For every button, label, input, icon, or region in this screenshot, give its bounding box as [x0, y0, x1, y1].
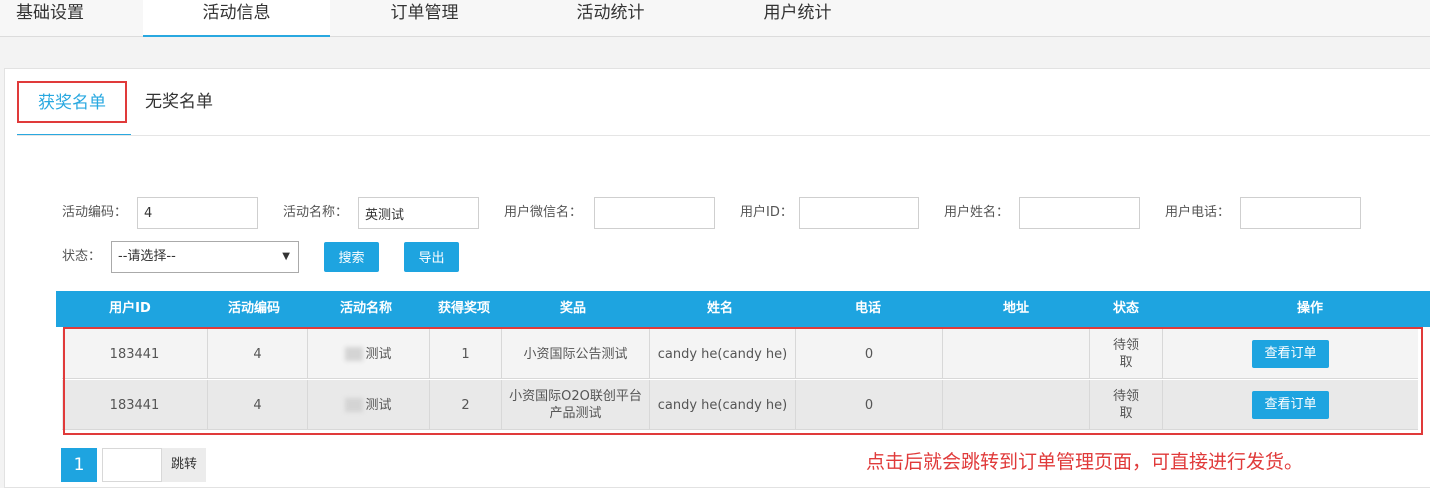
status-select[interactable]: --请选择-- ▼	[111, 241, 299, 273]
export-button[interactable]: 导出	[404, 242, 459, 272]
activity-name-label: 活动名称：	[283, 205, 349, 220]
activity-code-input[interactable]	[137, 197, 258, 229]
status-select-value: --请选择--	[118, 249, 176, 264]
cell-action: 查看订单	[1163, 380, 1418, 430]
th-action: 操作	[1296, 301, 1323, 316]
th-address: 地址	[1002, 301, 1029, 316]
th-activity-code: 活动编码	[227, 301, 280, 316]
tab-user-stats[interactable]: 用户统计	[735, 0, 860, 37]
wechat-name-label: 用户微信名：	[504, 205, 583, 220]
cell-activity-name: 测试	[308, 380, 430, 430]
user-phone-input[interactable]	[1240, 197, 1361, 229]
user-id-input[interactable]	[799, 197, 919, 229]
view-order-button[interactable]: 查看订单	[1252, 391, 1329, 419]
activity-name-input[interactable]	[358, 197, 479, 229]
cell-phone: 0	[796, 380, 943, 430]
subtab-divider	[17, 135, 1430, 136]
th-status: 状态	[1112, 301, 1139, 316]
cell-award: 1	[430, 329, 502, 379]
cell-address	[943, 380, 1090, 430]
th-person-name: 姓名	[706, 301, 733, 316]
dropdown-arrow-icon: ▼	[282, 251, 290, 262]
cell-user-id: 183441	[62, 329, 208, 379]
annotation-note: 点击后就会跳转到订单管理页面，可直接进行发货。	[866, 451, 1304, 473]
tab-activity-info[interactable]: 活动信息	[143, 0, 330, 37]
user-name-input[interactable]	[1019, 197, 1140, 229]
page-jump-button[interactable]: 跳转	[162, 448, 206, 482]
subtab-non-winners[interactable]: 无奖名单	[145, 81, 213, 123]
view-order-button[interactable]: 查看订单	[1252, 340, 1329, 368]
page-jump-input[interactable]	[102, 448, 162, 482]
search-button[interactable]: 搜索	[324, 242, 379, 272]
cell-person-name: candy he(candy he)	[650, 329, 796, 379]
cell-action: 查看订单	[1163, 329, 1418, 379]
redacted-mark	[345, 347, 364, 361]
cell-status: 待领取	[1090, 329, 1163, 379]
subtab-winners[interactable]: 获奖名单	[17, 81, 127, 123]
cell-status: 待领取	[1090, 380, 1163, 430]
table-row: 183441 4 测试 1 小资国际公告测试 candy he(candy he…	[62, 329, 1418, 379]
cell-award: 2	[430, 380, 502, 430]
activity-code-label: 活动编码：	[62, 205, 128, 220]
tab-activity-stats[interactable]: 活动统计	[548, 0, 673, 37]
activity-name-text: 测试	[365, 397, 392, 413]
status-label: 状态：	[62, 249, 102, 264]
redacted-mark	[345, 398, 364, 412]
cell-phone: 0	[796, 329, 943, 379]
cell-activity-code: 4	[208, 329, 308, 379]
user-name-label: 用户姓名：	[944, 205, 1010, 220]
cell-activity-name: 测试	[308, 329, 430, 379]
th-award: 获得奖项	[437, 301, 490, 316]
cell-prize: 小资国际公告测试	[502, 329, 650, 379]
page-number-current[interactable]: 1	[61, 448, 97, 482]
tab-basic-settings[interactable]: 基础设置	[0, 0, 100, 37]
cell-address	[943, 329, 1090, 379]
cell-user-id: 183441	[62, 380, 208, 430]
user-id-label: 用户ID：	[740, 205, 793, 220]
table-header: 用户ID 活动编码 活动名称 获得奖项 奖品 姓名 电话 地址 状态 操作	[56, 291, 1430, 327]
activity-name-text: 测试	[365, 346, 392, 362]
top-tab-bar: 基础设置 活动信息 订单管理 活动统计 用户统计	[0, 0, 1430, 37]
user-phone-label: 用户电话：	[1165, 205, 1231, 220]
wechat-name-input[interactable]	[594, 197, 715, 229]
th-prize: 奖品	[559, 301, 586, 316]
tab-order-management[interactable]: 订单管理	[362, 0, 487, 37]
table-row: 183441 4 测试 2 小资国际O2O联创平台 产品测试 candy he(…	[62, 380, 1418, 430]
cell-person-name: candy he(candy he)	[650, 380, 796, 430]
cell-activity-code: 4	[208, 380, 308, 430]
th-activity-name: 活动名称	[339, 301, 392, 316]
th-user-id: 用户ID	[109, 301, 151, 316]
th-phone: 电话	[854, 301, 881, 316]
cell-prize: 小资国际O2O联创平台 产品测试	[502, 380, 650, 430]
